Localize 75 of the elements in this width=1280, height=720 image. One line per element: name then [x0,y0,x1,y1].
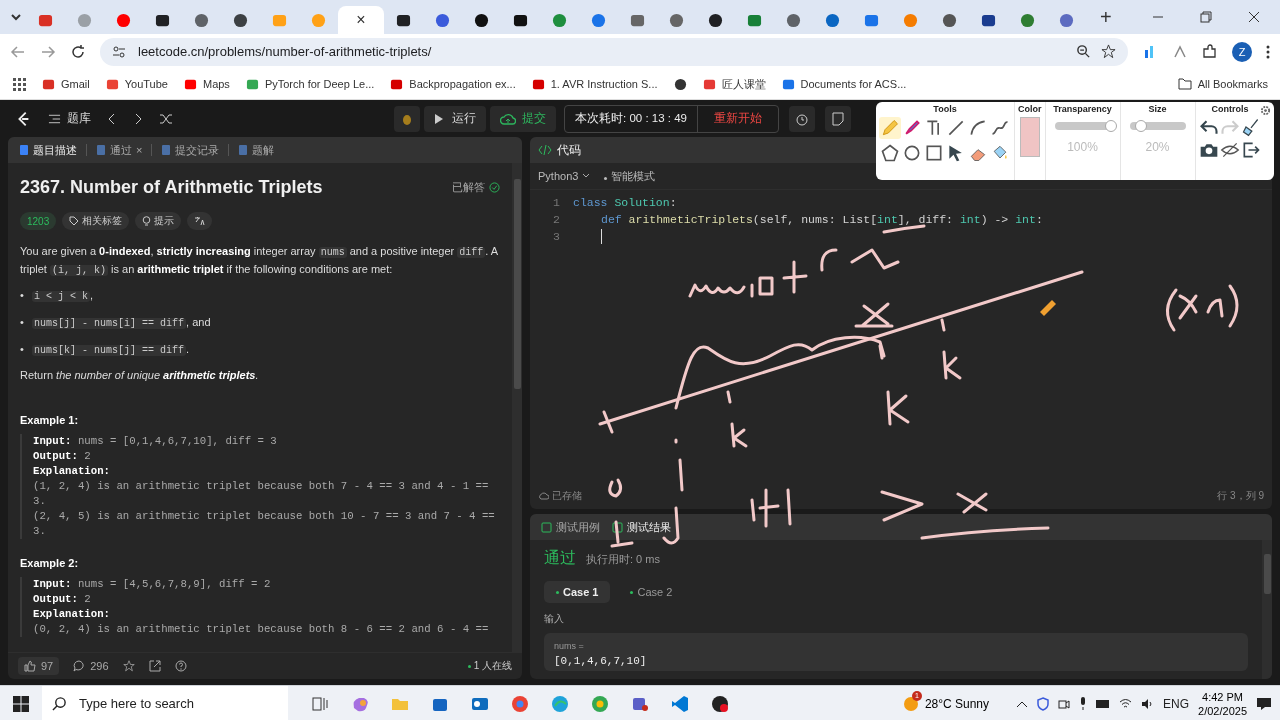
solved-status: 已解答 [452,180,500,195]
problem-bank-button[interactable]: 题库 [48,110,91,127]
case-tab[interactable]: Case 2 [618,581,685,603]
all-bookmarks-button[interactable]: All Bookmarks [1177,78,1268,91]
tags-button[interactable]: 相关标签 [62,212,130,230]
saved-status: 已存储 [552,489,582,503]
condition-item: • nums[k] - nums[j] == diff . [20,342,191,358]
input-label: 输入 [544,613,565,626]
language-dropdown[interactable]: Python3 [538,170,591,182]
bookmark-link[interactable]: 1. AVR Instruction S... [531,77,658,91]
example-line: Explanation: [33,464,111,479]
profile-avatar[interactable]: Z [1232,41,1252,62]
section-title: Size [1148,104,1167,114]
submit-button[interactable]: 提交 [490,105,556,132]
example-line: Output: 2 [33,449,92,464]
timer: 本次耗时: 00 : 13 : 49 [565,105,698,132]
result-status: 通过 [544,548,576,568]
online-count: 1 人在线 [467,659,512,673]
task-sentence: Return the number of unique arithmetic triplets. [20,368,260,383]
example-heading: Example 2: [20,557,80,569]
like-button[interactable]: 97 [18,657,60,675]
run-button[interactable]: 运行 [424,105,486,132]
example-line: (0, 2, 4) is an arithmetic triplet because both 8 - 6 == 2 and 6 - 4 == [33,622,490,637]
bookmark-link[interactable]: Documents for ACS... [781,77,907,91]
panel-tab[interactable]: 题目描述 [16,142,80,158]
restart-button[interactable]: 重新开始 [697,105,778,132]
section-title: Tools [933,104,957,114]
panel-tab[interactable]: 题解 [235,142,278,158]
condition-item: • i < j < k , [20,288,95,304]
slider-reading: 100% [1067,140,1098,154]
code-line: class Solution: [573,196,677,209]
panel-tab[interactable]: 测试用例 [538,519,603,535]
section-title: Controls [1211,104,1249,114]
new-tab-button[interactable]: + [1096,5,1116,29]
example-line: Output: 2 [33,592,92,607]
smart-mode-label[interactable]: 智能模式 [604,168,656,184]
problem-description: You are given a 0-indexed, strictly increasing integer array nums and a positive integer diff . A triplet (i, j, k) is an arithmetic triplet if the following conditions are met: [20,244,499,278]
example-line: Input: nums = [0,1,4,6,7,10], diff = 3 [33,434,278,449]
section-title: Transparency [1053,104,1112,114]
line-number: 3 [552,230,561,243]
clock[interactable]: 4:42 PM 2/02/2025 [1198,689,1247,718]
comments-button[interactable]: 296 [73,660,109,672]
search-field[interactable]: Type here to search [42,686,288,720]
bookmark-link[interactable]: YouTube [105,77,168,91]
rating-tag[interactable]: 1203 [20,212,57,230]
panel-tab[interactable]: 通过 × [93,142,146,158]
example-line: (1, 2, 4) is an arithmetic triplet because both 7 - 4 == 3 and 4 - 1 == 3. [33,479,490,509]
bookmark-link[interactable]: Maps [183,77,230,91]
search-input[interactable]: Type here to search [77,695,271,712]
cursor-position: 行 3，列 9 [1217,489,1264,503]
example-heading: Example 1: [20,414,80,426]
browser-tab[interactable]: × [338,6,384,34]
panel-tab[interactable]: 测试结果 [609,519,674,535]
bookmark-link[interactable]: Backpropagation ex... [390,77,516,91]
example-line: Input: nums = [4,5,6,7,8,9], diff = 2 [33,577,272,592]
example-line: (2, 4, 5) is an arithmetic triplet because both 10 - 7 == 3 and 7 - 4 == 3. [33,509,496,539]
condition-item: • nums[j] - nums[i] == diff , and [20,315,212,331]
section-title: Color [1018,104,1042,114]
code-line: def arithmeticTriplets(self, nums: List[int], diff: int) -> int: [601,213,1043,226]
case-tab[interactable]: Case 1 [544,581,611,603]
address-bar[interactable]: leetcode.cn/problems/number-of-arithmetic-triplets/ [100,37,1128,66]
line-number: 2 [552,213,561,226]
problem-title: 2367. Number of Arithmetic Triplets [20,177,323,198]
line-number: 1 [552,196,561,209]
bookmark-link[interactable]: Gmail [42,77,90,91]
slider-reading: 20% [1145,140,1170,154]
bookmark-link[interactable]: PyTorch for Deep Le... [245,77,375,91]
bookmark-link[interactable]: 匠人课堂 [702,76,766,92]
panel-tab[interactable]: 提交记录 [158,142,223,158]
hint-button[interactable]: 提示 [135,212,182,230]
language-indicator[interactable]: ENG [1163,696,1190,711]
example-line: Explanation: [33,607,111,622]
input-box: nums = [0,1,4,6,7,10] [544,633,1248,671]
runtime-text: 执行用时: 0 ms [586,552,660,567]
address-field[interactable]: leetcode.cn/problems/number-of-arithmetic-triplets/ [136,43,1066,61]
